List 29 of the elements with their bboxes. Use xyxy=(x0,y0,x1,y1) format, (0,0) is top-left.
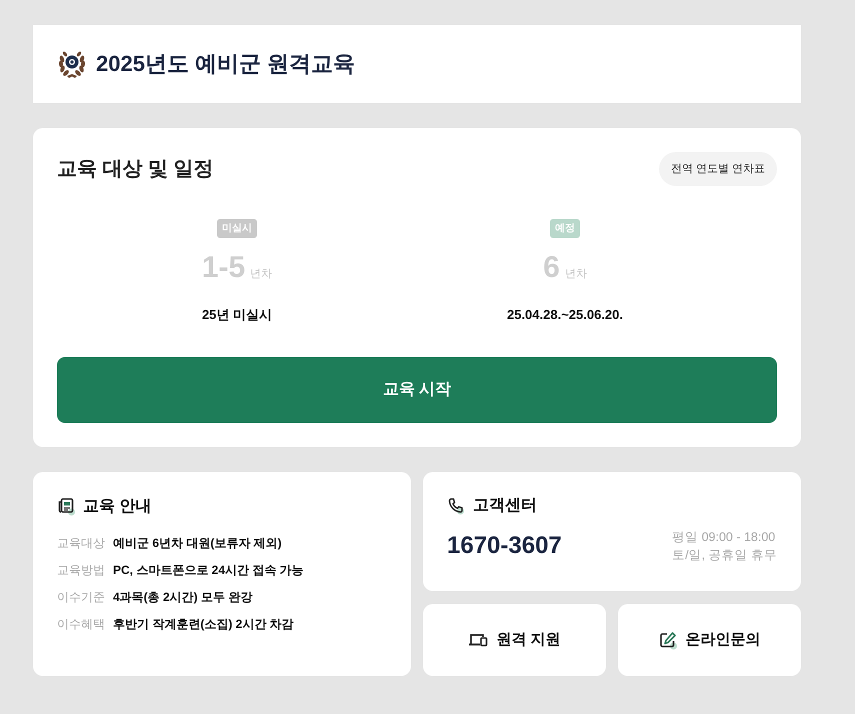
section-title: 교육 대상 및 일정 xyxy=(57,159,214,179)
page-title: 2025년도 예비군 원격교육 xyxy=(96,53,356,75)
status-badge: 예정 xyxy=(550,219,580,238)
info-label: 이수기준 xyxy=(57,589,105,606)
start-button[interactable]: 교육 시작 xyxy=(57,357,777,423)
schedule-detail: 25.04.28.~25.06.20. xyxy=(506,306,624,324)
info-label: 이수혜택 xyxy=(57,616,105,633)
info-value: 후반기 작계훈련(소집) 2시간 차감 xyxy=(113,616,294,633)
business-hours: 토/일, 공휴일 휴무 xyxy=(672,547,777,564)
info-value: 예비군 6년차 대원(보류자 제외) xyxy=(113,535,282,552)
info-label: 교육대상 xyxy=(57,535,105,552)
info-value: 4과목(총 2시간) 모두 완강 xyxy=(113,589,252,606)
action-button[interactable]: 원격 지원 xyxy=(423,604,606,676)
schedule-detail: 25년 미실시 xyxy=(202,306,272,324)
edit-icon xyxy=(658,630,678,650)
info-value: PC, 스마트폰으로 24시간 접속 가능 xyxy=(113,562,304,579)
action-button[interactable]: 온라인문의 xyxy=(618,604,801,676)
year-unit: 년차 xyxy=(250,269,272,280)
newspaper-icon xyxy=(57,497,76,516)
laurel-emblem-icon xyxy=(57,49,87,79)
yearly-chart-button[interactable]: 전역 연도별 연차표 xyxy=(658,152,777,186)
devices-icon xyxy=(468,632,488,648)
phone-number: 1670-3607 xyxy=(447,534,562,558)
year-unit: 년차 xyxy=(564,269,587,280)
guide-title: 교육 안내 xyxy=(83,498,152,514)
phone-icon xyxy=(447,497,465,515)
business-hours: 평일 09:00 - 18:00 xyxy=(672,529,776,546)
support-title: 고객센터 xyxy=(473,498,537,514)
info-label: 교육방법 xyxy=(57,562,105,579)
